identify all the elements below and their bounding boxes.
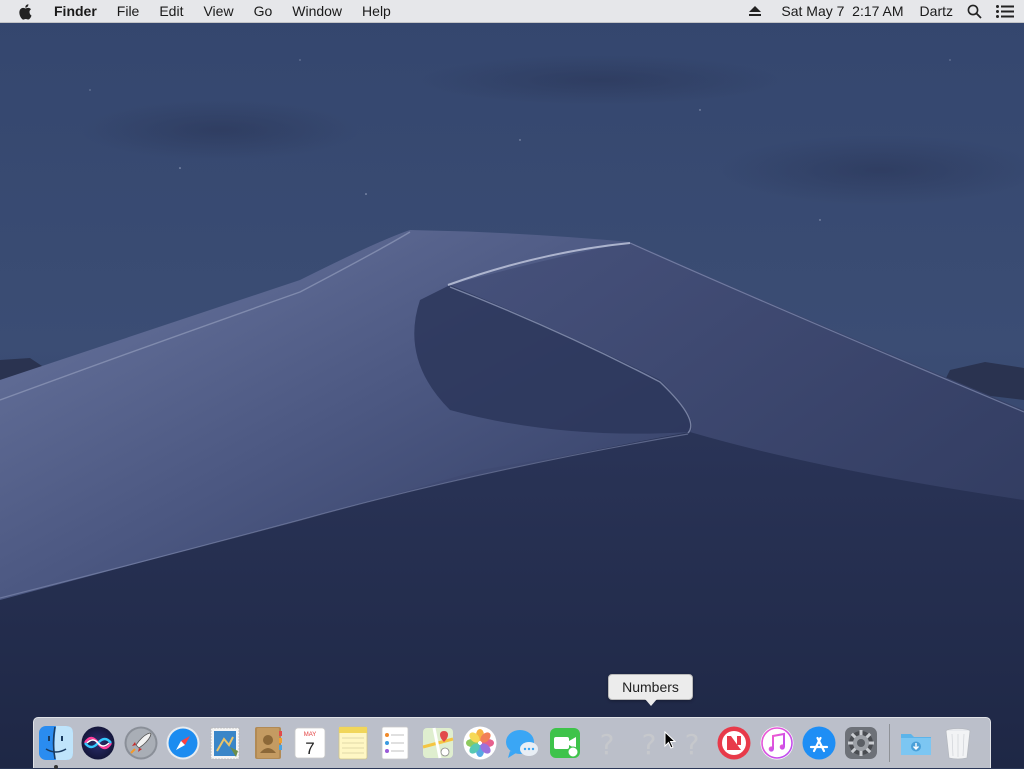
menu-edit[interactable]: Edit [149,0,193,22]
dock-app-reminders[interactable] [377,725,413,761]
dock: MAY 7 ? ? ? [33,717,991,769]
menubar-user-name[interactable]: Dartz [920,3,953,19]
desktop-wallpaper [0,0,1024,768]
photos-flower-icon [463,726,497,760]
dock-app-photos[interactable] [462,725,498,761]
dock-stack-downloads[interactable] [898,725,934,761]
spotlight-search-icon[interactable] [967,4,982,19]
menubar-clock[interactable]: Sat May 7 2:17 AM [781,3,903,19]
safari-compass-icon [166,726,200,760]
dock-app-messages[interactable] [504,725,540,761]
reminders-icon [381,726,409,760]
mouse-cursor-icon [664,731,676,749]
dock-separator [888,724,890,762]
dock-app-siri[interactable] [80,725,116,761]
dock-app-itunes[interactable] [759,725,795,761]
question-mark-icon: ? [642,728,657,761]
dock-app-numbers-missing[interactable]: ? [631,725,667,761]
contacts-book-icon [254,727,282,759]
finder-icon [39,726,73,760]
app-store-icon [802,726,836,760]
launchpad-rocket-icon [124,726,158,760]
svg-text:?: ? [600,728,615,761]
notes-icon [338,726,368,760]
menu-bar: Finder File Edit View Go Window Help Sat… [0,0,1024,23]
apple-menu-icon[interactable] [18,2,34,20]
dock-app-finder[interactable] [38,725,74,769]
question-mark-icon: ? [684,728,699,761]
dock-app-news[interactable] [716,725,752,761]
menu-view[interactable]: View [193,0,243,22]
notification-center-list-icon[interactable] [996,4,1014,18]
downloads-folder-icon [900,734,931,755]
dock-app-calendar[interactable]: MAY 7 [292,725,328,761]
dock-app-safari[interactable] [165,725,201,761]
maps-icon [422,727,453,759]
dock-trash[interactable] [940,725,976,761]
menu-window[interactable]: Window [282,0,352,22]
question-mark-icon: ? [600,728,615,761]
itunes-music-note-icon [760,726,794,760]
dock-app-system-preferences[interactable] [843,725,879,761]
dock-tooltip: Numbers [608,674,693,706]
dock-app-pages-missing[interactable]: ? [589,725,625,761]
dock-app-keynote-missing[interactable]: ? [674,725,710,761]
menu-finder[interactable]: Finder [54,0,107,22]
dock-app-facetime[interactable] [547,725,583,761]
dock-app-maps[interactable] [420,725,456,761]
news-icon [717,726,751,760]
siri-icon [81,726,115,760]
menu-go[interactable]: Go [244,0,283,22]
svg-text:?: ? [642,728,657,761]
messages-bubble-icon [506,730,539,758]
calendar-day: 7 [306,739,315,758]
calendar-icon: MAY 7 [294,727,326,759]
dock-app-launchpad[interactable] [123,725,159,761]
menu-file[interactable]: File [107,0,150,22]
calendar-month: MAY [304,732,317,738]
dock-app-notes[interactable] [335,725,371,761]
running-indicator [54,765,58,769]
svg-text:?: ? [684,728,699,761]
menu-help[interactable]: Help [352,0,401,22]
trash-icon [945,728,971,760]
gear-icon [845,727,878,759]
dock-app-contacts[interactable] [250,725,286,761]
dock-app-app-store[interactable] [801,725,837,761]
facetime-camera-icon [549,728,580,758]
eject-icon[interactable] [749,5,762,17]
dock-app-mail[interactable] [208,725,244,761]
mail-stamp-icon [210,727,239,760]
